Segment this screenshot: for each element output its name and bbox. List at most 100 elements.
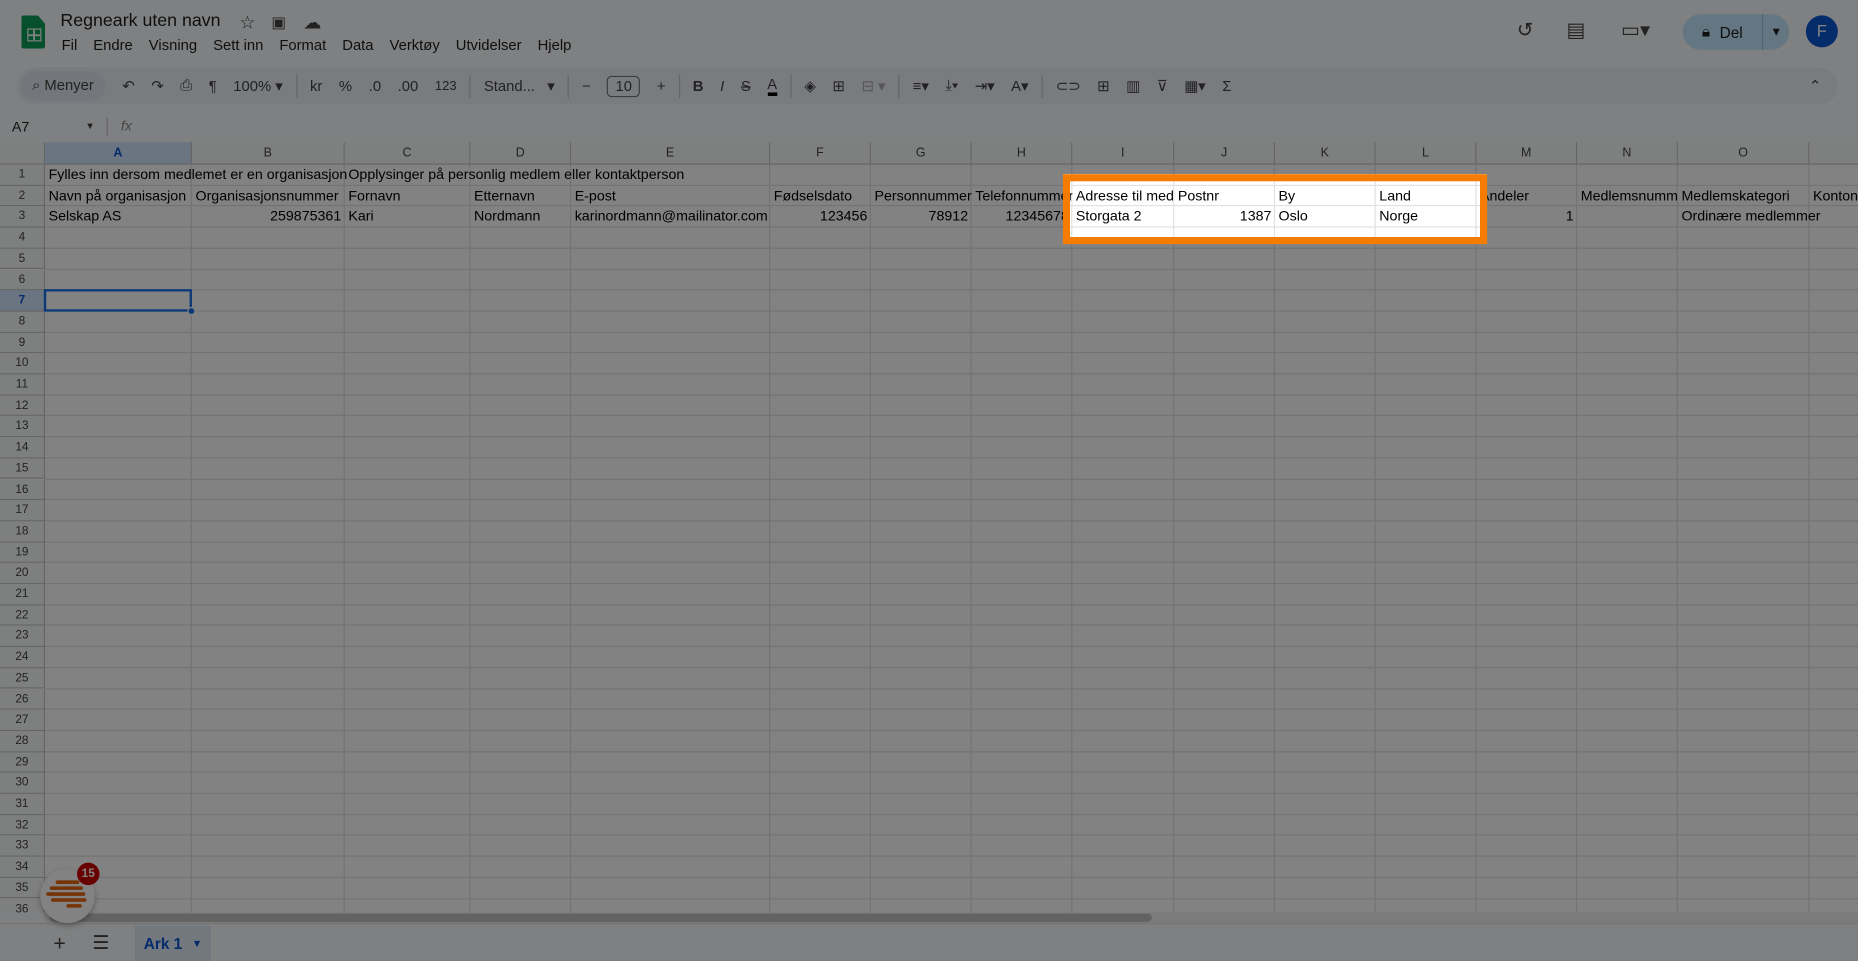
strikethrough-icon[interactable]: S bbox=[741, 78, 751, 95]
cloud-status-icon[interactable]: ☁ bbox=[303, 12, 321, 33]
row-header-35[interactable]: 35 bbox=[0, 877, 46, 899]
star-icon[interactable]: ☆ bbox=[239, 12, 255, 33]
name-box[interactable]: A7 bbox=[12, 118, 29, 135]
row-header-20[interactable]: 20 bbox=[0, 563, 46, 585]
row-header-6[interactable]: 6 bbox=[0, 269, 46, 291]
row-header-8[interactable]: 8 bbox=[0, 311, 46, 333]
cell-h3[interactable]: 12345678 bbox=[972, 207, 1073, 228]
row-header-31[interactable]: 31 bbox=[0, 793, 46, 815]
sheet-tab-ark-1[interactable]: Ark 1 ▼ bbox=[135, 925, 211, 961]
horizontal-align-icon[interactable]: ≡▾ bbox=[913, 77, 929, 95]
menu-format[interactable]: Format bbox=[279, 37, 326, 54]
row-header-12[interactable]: 12 bbox=[0, 395, 46, 417]
row-header-13[interactable]: 13 bbox=[0, 416, 46, 438]
font-select[interactable]: Stand... ▾ bbox=[484, 77, 555, 95]
cell-f3[interactable]: 123456 bbox=[770, 207, 871, 228]
text-color-button[interactable]: A bbox=[767, 76, 778, 96]
increase-font-size-icon[interactable]: + bbox=[657, 78, 666, 95]
row-header-5[interactable]: 5 bbox=[0, 248, 46, 270]
row-header-23[interactable]: 23 bbox=[0, 626, 46, 648]
row-header-28[interactable]: 28 bbox=[0, 730, 46, 752]
row-header-3[interactable]: 3 bbox=[0, 206, 46, 228]
all-sheets-menu-icon[interactable]: ☰ bbox=[92, 931, 109, 955]
select-all-corner[interactable] bbox=[0, 142, 46, 165]
insert-link-icon[interactable]: ⊂⊃ bbox=[1056, 77, 1081, 95]
cell-g3[interactable]: 78912 bbox=[871, 207, 972, 228]
column-header-h[interactable]: H bbox=[971, 142, 1073, 165]
filter-icon[interactable]: ⊽ bbox=[1157, 77, 1168, 95]
row-header-36[interactable]: 36 bbox=[0, 898, 46, 913]
column-header-n[interactable]: N bbox=[1577, 142, 1678, 165]
name-box-dropdown-icon[interactable]: ▼ bbox=[85, 121, 94, 132]
cell-c3[interactable]: Kari bbox=[345, 207, 471, 228]
collapse-toolbar-icon[interactable]: ⌃ bbox=[1809, 77, 1821, 95]
cell-d2[interactable]: Etternavn bbox=[470, 186, 571, 207]
column-header-d[interactable]: D bbox=[470, 142, 572, 165]
spreadsheet-grid[interactable]: A B C D E F G H I J K L M N O 1 2 3 4 5 6 7 8 9 10 11 12 13 14 15 16 17… bbox=[0, 142, 1858, 913]
column-header-g[interactable]: G bbox=[870, 142, 972, 165]
row-header-25[interactable]: 25 bbox=[0, 668, 46, 690]
menu-verktoy[interactable]: Verktøy bbox=[390, 37, 440, 54]
fill-color-icon[interactable]: ◈ bbox=[804, 77, 815, 95]
menu-hjelp[interactable]: Hjelp bbox=[538, 37, 572, 54]
text-rotation-icon[interactable]: A▾ bbox=[1011, 77, 1028, 95]
insert-chart-icon[interactable]: ▥ bbox=[1126, 77, 1140, 95]
filter-views-icon[interactable]: ▦▾ bbox=[1184, 77, 1205, 95]
row-header-2[interactable]: 2 bbox=[0, 185, 46, 207]
row-header-26[interactable]: 26 bbox=[0, 689, 46, 711]
number-format-button[interactable]: 123 bbox=[435, 79, 457, 93]
share-dropdown-icon[interactable]: ▼ bbox=[1763, 25, 1789, 38]
column-header-o[interactable]: O bbox=[1677, 142, 1810, 165]
search-menus-button[interactable]: ⌕ Menyer bbox=[20, 71, 106, 101]
column-header-i[interactable]: I bbox=[1072, 142, 1175, 165]
cell-a3[interactable]: Selskap AS bbox=[45, 207, 192, 228]
document-title[interactable]: Regneark uten navn bbox=[60, 11, 220, 31]
bold-button[interactable]: B bbox=[693, 78, 704, 95]
row-header-21[interactable]: 21 bbox=[0, 584, 46, 606]
avatar[interactable]: F bbox=[1805, 15, 1838, 48]
column-header-l[interactable]: L bbox=[1375, 142, 1477, 165]
row-header-4[interactable]: 4 bbox=[0, 227, 46, 249]
menu-visning[interactable]: Visning bbox=[149, 37, 197, 54]
menu-data[interactable]: Data bbox=[342, 37, 373, 54]
text-wrap-icon[interactable]: ⇥▾ bbox=[975, 77, 995, 95]
row-header-24[interactable]: 24 bbox=[0, 647, 46, 669]
cell-f2[interactable]: Fødselsdato bbox=[770, 186, 871, 207]
merge-cells-icon[interactable]: ⊟ ▾ bbox=[861, 77, 885, 95]
paint-format-icon[interactable]: ¶ bbox=[209, 78, 217, 95]
sheets-logo-icon[interactable] bbox=[21, 15, 46, 49]
column-header-e[interactable]: E bbox=[571, 142, 771, 165]
fill-handle[interactable] bbox=[187, 306, 196, 316]
cell-e2[interactable]: E-post bbox=[571, 186, 770, 207]
cell-g2[interactable]: Personnummer bbox=[871, 186, 971, 207]
vertical-align-icon[interactable]: ⤓▾ bbox=[945, 77, 958, 95]
version-history-icon[interactable]: ↺ bbox=[1517, 19, 1534, 43]
row-header-27[interactable]: 27 bbox=[0, 710, 46, 731]
cell-b3[interactable]: 259875361 bbox=[192, 207, 345, 228]
borders-icon[interactable]: ⊞ bbox=[832, 77, 844, 95]
row-header-1[interactable]: 1 bbox=[0, 164, 46, 186]
redo-icon[interactable]: ↷ bbox=[151, 77, 163, 95]
cell-b2[interactable]: Organisasjonsnummer bbox=[192, 186, 345, 207]
functions-icon[interactable]: Σ bbox=[1222, 78, 1231, 95]
menu-sett-inn[interactable]: Sett inn bbox=[213, 37, 263, 54]
cell-p2[interactable]: Kontonummer bbox=[1809, 186, 1858, 207]
column-header-k[interactable]: K bbox=[1275, 142, 1376, 165]
row-header-16[interactable]: 16 bbox=[0, 479, 46, 501]
row-header-29[interactable]: 29 bbox=[0, 751, 46, 773]
move-folder-icon[interactable]: ▣ bbox=[271, 13, 286, 32]
row-header-11[interactable]: 11 bbox=[0, 374, 46, 396]
cell-m2[interactable]: Andeler bbox=[1476, 186, 1577, 207]
cell-a1[interactable]: Fylles inn dersom medlemet er en organis… bbox=[45, 165, 348, 186]
cell-o3[interactable]: Ordinære medlemmer bbox=[1678, 207, 1820, 228]
add-sheet-icon[interactable]: + bbox=[53, 931, 65, 956]
column-header-c[interactable]: C bbox=[344, 142, 471, 165]
row-header-19[interactable]: 19 bbox=[0, 542, 46, 564]
cell-n2[interactable]: Medlemsnummer bbox=[1577, 186, 1678, 207]
sheet-tab-dropdown-icon[interactable]: ▼ bbox=[192, 937, 203, 949]
row-header-32[interactable]: 32 bbox=[0, 814, 46, 836]
currency-button[interactable]: kr bbox=[310, 78, 322, 95]
row-header-34[interactable]: 34 bbox=[0, 856, 46, 878]
row-header-15[interactable]: 15 bbox=[0, 458, 46, 480]
column-header-j[interactable]: J bbox=[1174, 142, 1276, 165]
